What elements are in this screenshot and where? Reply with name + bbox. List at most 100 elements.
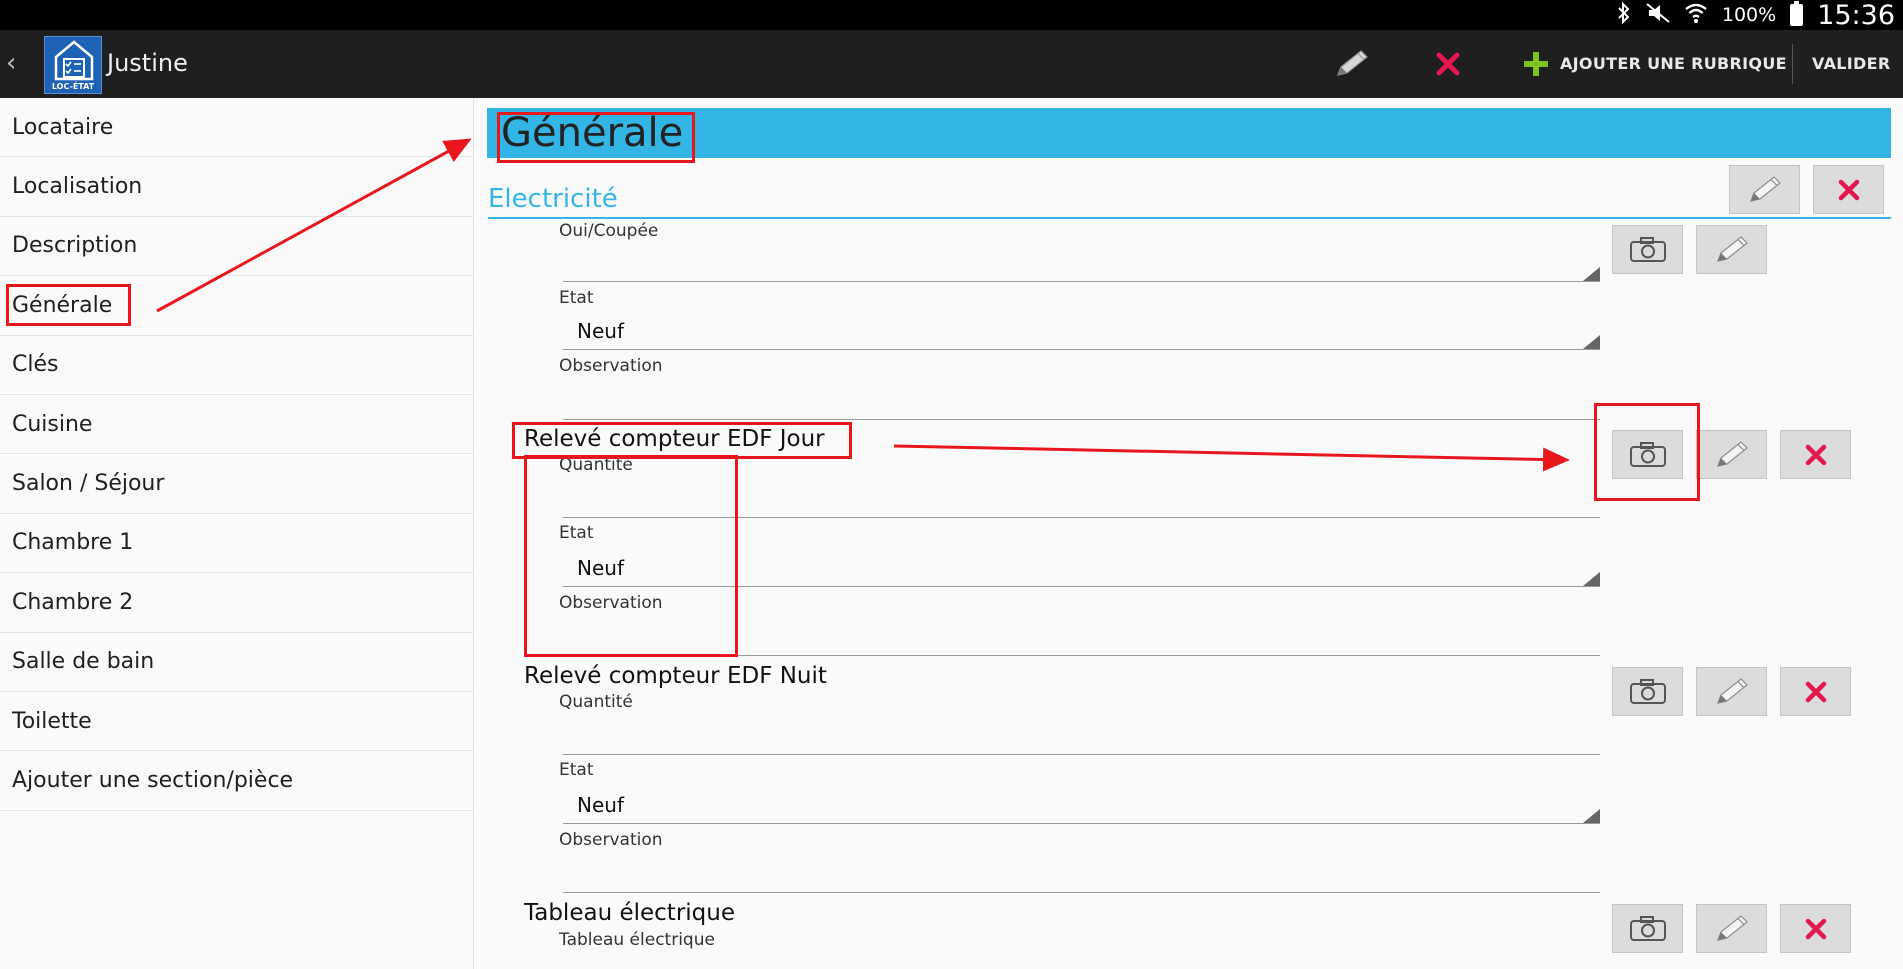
annotation-box-item-fields	[524, 455, 738, 657]
item-edit-button[interactable]	[1696, 430, 1767, 479]
item-title-edf-nuit: Relevé compteur EDF Nuit	[524, 663, 827, 689]
pencil-icon	[1716, 440, 1748, 467]
sidebar-item-cuisine[interactable]: Cuisine	[0, 395, 473, 455]
subsection-title: Electricité	[488, 184, 618, 214]
sidebar-item-add-section[interactable]: Ajouter une section/pièce	[0, 751, 473, 811]
spinner-arrow-icon	[1583, 572, 1600, 586]
clock: 15:36	[1817, 0, 1895, 31]
sidebar-item-toilette[interactable]: Toilette	[0, 692, 473, 752]
delete-x-icon	[1805, 444, 1826, 465]
delete-x-icon	[1436, 52, 1460, 76]
annotation-box-sidebar-generale	[6, 284, 131, 326]
field-label-observation: Observation	[559, 830, 663, 850]
status-bar: 100% 15:36	[0, 0, 1903, 31]
plus-icon	[1524, 52, 1548, 76]
app-title: Justine	[107, 49, 188, 77]
spinner-oui-coupee[interactable]	[563, 281, 1600, 282]
logo-text: LOC-ÉTAT	[51, 82, 95, 91]
spinner-etat-value[interactable]: Neuf	[577, 319, 624, 343]
sidebar-item-label: Description	[12, 233, 138, 259]
annotation-box-camera	[1594, 403, 1700, 501]
subsection-delete-button[interactable]	[1813, 165, 1884, 214]
sidebar-item-label: Ajouter une section/pièce	[12, 767, 294, 793]
item-delete-button[interactable]	[1780, 667, 1851, 716]
subsection-edit-button[interactable]	[1729, 165, 1800, 214]
sidebar-item-chambre-2[interactable]: Chambre 2	[0, 573, 473, 633]
camera-icon	[1629, 678, 1666, 704]
delete-button[interactable]	[1426, 42, 1470, 86]
spinner-etat[interactable]	[563, 823, 1600, 824]
item-camera-button[interactable]	[1612, 904, 1683, 953]
battery-icon	[1790, 1, 1804, 26]
item-edit-button[interactable]	[1696, 667, 1767, 716]
pencil-icon	[1337, 50, 1368, 76]
sidebar-item-label: Locataire	[12, 114, 114, 140]
action-bar-divider	[1792, 44, 1793, 84]
subsection-divider	[488, 217, 1891, 219]
annotation-box-item-title	[512, 422, 852, 459]
sidebar-item-salle-de-bain[interactable]: Salle de bain	[0, 633, 473, 692]
sidebar-item-label: Chambre 1	[12, 530, 134, 556]
delete-x-icon	[1838, 179, 1859, 200]
bluetooth-icon	[1616, 1, 1632, 29]
spinner-etat-value[interactable]: Neuf	[577, 793, 624, 817]
camera-icon	[1629, 236, 1666, 262]
sidebar-item-label: Clés	[12, 352, 59, 378]
add-section-plus-button[interactable]	[1514, 42, 1558, 86]
observation-input[interactable]	[563, 419, 1600, 420]
status-icons: 100% 15:36	[1616, 0, 1895, 31]
item-edit-button[interactable]	[1696, 225, 1767, 274]
mute-icon	[1646, 2, 1670, 29]
field-label-observation: Observation	[559, 356, 663, 376]
item-delete-button[interactable]	[1780, 430, 1851, 479]
sidebar-item-salon-sejour[interactable]: Salon / Séjour	[0, 454, 473, 514]
field-label-quantite: Quantité	[559, 692, 633, 712]
section-header: Générale	[487, 108, 1891, 158]
item-camera-button[interactable]	[1612, 667, 1683, 716]
screen: 100% 15:36 ‹ LOC-ÉTAT Justine AJOUTER UN…	[0, 0, 1903, 969]
spinner-arrow-icon	[1583, 267, 1600, 281]
spinner-arrow-icon	[1583, 809, 1600, 823]
spinner-arrow-icon	[1583, 335, 1600, 349]
sidebar-item-chambre-1[interactable]: Chambre 1	[0, 514, 473, 574]
sidebar-item-label: Toilette	[12, 708, 92, 734]
pencil-icon	[1749, 175, 1781, 202]
sidebar-item-label: Localisation	[12, 174, 143, 200]
sidebar: Locataire Localisation Description Génér…	[0, 98, 474, 969]
quantity-input[interactable]	[563, 754, 1600, 755]
sidebar-item-localisation[interactable]: Localisation	[0, 157, 473, 217]
house-checklist-icon	[54, 40, 94, 81]
spinner-etat[interactable]	[563, 349, 1600, 350]
sidebar-item-label: Salle de bain	[12, 649, 155, 675]
item-title-tableau: Tableau électrique	[524, 900, 735, 926]
pencil-icon	[1716, 914, 1748, 941]
sidebar-item-label: Cuisine	[12, 411, 93, 437]
battery-percent: 100%	[1721, 4, 1777, 26]
sidebar-item-label: Salon / Séjour	[12, 471, 165, 497]
back-chevron-icon[interactable]: ‹	[6, 48, 16, 78]
field-label-etat: Etat	[559, 760, 594, 780]
sidebar-item-description[interactable]: Description	[0, 217, 473, 277]
sidebar-item-label: Chambre 2	[12, 589, 134, 615]
sidebar-item-locataire[interactable]: Locataire	[0, 98, 473, 158]
delete-x-icon	[1805, 918, 1826, 939]
item-delete-button[interactable]	[1780, 904, 1851, 953]
app-logo[interactable]: LOC-ÉTAT	[44, 36, 102, 94]
add-section-button[interactable]: AJOUTER UNE RUBRIQUE	[1560, 54, 1787, 73]
validate-button[interactable]: VALIDER	[1812, 54, 1890, 73]
sidebar-item-cles[interactable]: Clés	[0, 336, 473, 395]
wifi-icon	[1684, 2, 1708, 29]
action-bar: ‹ LOC-ÉTAT Justine AJOUTER UNE RUBRIQUE …	[0, 30, 1903, 98]
field-label-etat: Etat	[559, 288, 594, 308]
field-label-oui-coupee: Oui/Coupée	[559, 221, 659, 241]
item-camera-button[interactable]	[1612, 225, 1683, 274]
observation-input[interactable]	[563, 892, 1600, 893]
pencil-icon	[1716, 677, 1748, 704]
camera-icon	[1629, 915, 1666, 941]
delete-x-icon	[1805, 681, 1826, 702]
item-edit-button[interactable]	[1696, 904, 1767, 953]
field-label-tableau: Tableau électrique	[559, 930, 715, 950]
edit-pencil-button[interactable]	[1330, 42, 1374, 86]
pencil-icon	[1716, 235, 1748, 262]
annotation-box-section-title	[497, 112, 695, 163]
